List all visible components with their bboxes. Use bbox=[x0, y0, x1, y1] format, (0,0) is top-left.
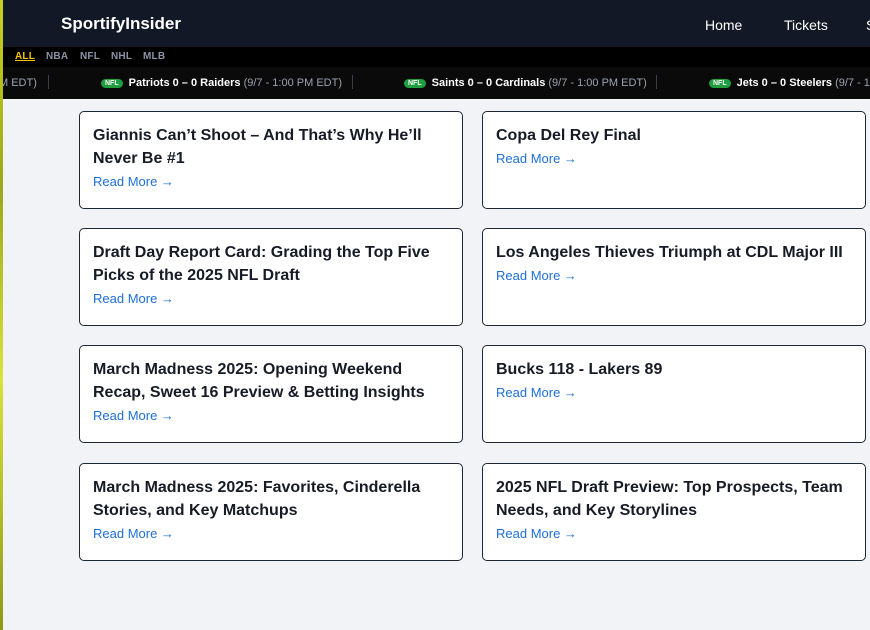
article-title: Giannis Can’t Shoot – And That’s Why He’… bbox=[93, 127, 422, 167]
ticker-separator bbox=[48, 75, 49, 89]
ticker-matchup: Patriots 0 – 0 Raiders bbox=[128, 77, 241, 89]
read-more-link[interactable]: Read More → bbox=[496, 385, 577, 400]
article-title: 2025 NFL Draft Preview: Top Prospects, T… bbox=[496, 479, 843, 519]
league-badge: NFL bbox=[101, 79, 123, 88]
league-tab-nba[interactable]: NBA bbox=[46, 51, 68, 62]
ticker-partial-time: M EDT) bbox=[0, 77, 37, 89]
ticker-game[interactable]: NFL Saints 0 – 0 Cardinals (9/7 - 1:00 PM… bbox=[404, 77, 647, 89]
ticker-matchup: Saints 0 – 0 Cardinals bbox=[431, 77, 546, 89]
article-card[interactable]: Los Angeles Thieves Triumph at CDL Major… bbox=[482, 228, 866, 326]
article-card[interactable]: Bucks 118 - Lakers 89 Read More → bbox=[482, 345, 866, 443]
nav-home[interactable]: Home bbox=[705, 17, 742, 33]
left-background-strip bbox=[0, 0, 3, 630]
read-more-link[interactable]: Read More → bbox=[93, 526, 174, 541]
read-more-link[interactable]: Read More → bbox=[496, 526, 577, 541]
ticker-time: (9/7 - 1:00 PM EDT) bbox=[835, 77, 870, 89]
nav-tickets[interactable]: Tickets bbox=[784, 17, 828, 33]
league-badge: NFL bbox=[404, 79, 426, 88]
article-title: March Madness 2025: Favorites, Cinderell… bbox=[93, 479, 421, 519]
read-more-link[interactable]: Read More → bbox=[93, 291, 174, 306]
article-card[interactable]: 2025 NFL Draft Preview: Top Prospects, T… bbox=[482, 463, 866, 561]
read-more-link[interactable]: Read More → bbox=[496, 268, 577, 283]
ticker-game[interactable]: NFL Jets 0 – 0 Steelers (9/7 - 1:00 PM ED… bbox=[709, 77, 870, 89]
ticker-time: (9/7 - 1:00 PM EDT) bbox=[548, 77, 647, 89]
league-tab-nhl[interactable]: NHL bbox=[111, 51, 132, 62]
article-card[interactable]: Giannis Can’t Shoot – And That’s Why He’… bbox=[79, 111, 463, 209]
score-ticker: M EDT) NFL Patriots 0 – 0 Raiders (9/7 - … bbox=[0, 67, 870, 99]
ticker-matchup: Jets 0 – 0 Steelers bbox=[736, 77, 833, 89]
top-navbar: SportifyInsider Home Tickets S bbox=[0, 0, 870, 47]
article-card[interactable]: March Madness 2025: Opening Weekend Reca… bbox=[79, 345, 463, 443]
article-card[interactable]: Copa Del Rey Final Read More → bbox=[482, 111, 866, 209]
ticker-game[interactable]: NFL Patriots 0 – 0 Raiders (9/7 - 1:00 PM… bbox=[101, 77, 342, 89]
brand-logo[interactable]: SportifyInsider bbox=[61, 14, 181, 34]
article-card[interactable]: Draft Day Report Card: Grading the Top F… bbox=[79, 228, 463, 326]
read-more-link[interactable]: Read More → bbox=[496, 151, 577, 166]
league-tab-all[interactable]: ALL bbox=[15, 51, 35, 62]
article-title: Copa Del Rey Final bbox=[496, 127, 641, 144]
league-tab-nfl[interactable]: NFL bbox=[80, 51, 100, 62]
league-tab-mlb[interactable]: MLB bbox=[143, 51, 165, 62]
article-title: March Madness 2025: Opening Weekend Reca… bbox=[93, 361, 425, 401]
nav-partial-item[interactable]: S bbox=[866, 17, 870, 33]
ticker-time: (9/7 - 1:00 PM EDT) bbox=[243, 77, 342, 89]
league-filter-bar: ALL NBA NFL NHL MLB bbox=[0, 47, 870, 67]
league-badge: NFL bbox=[709, 79, 731, 88]
article-title: Draft Day Report Card: Grading the Top F… bbox=[93, 244, 430, 284]
ticker-separator bbox=[656, 75, 657, 89]
article-title: Bucks 118 - Lakers 89 bbox=[496, 361, 663, 378]
ticker-separator bbox=[352, 75, 353, 89]
read-more-link[interactable]: Read More → bbox=[93, 174, 174, 189]
article-card[interactable]: March Madness 2025: Favorites, Cinderell… bbox=[79, 463, 463, 561]
article-title: Los Angeles Thieves Triumph at CDL Major… bbox=[496, 244, 843, 261]
read-more-link[interactable]: Read More → bbox=[93, 408, 174, 423]
